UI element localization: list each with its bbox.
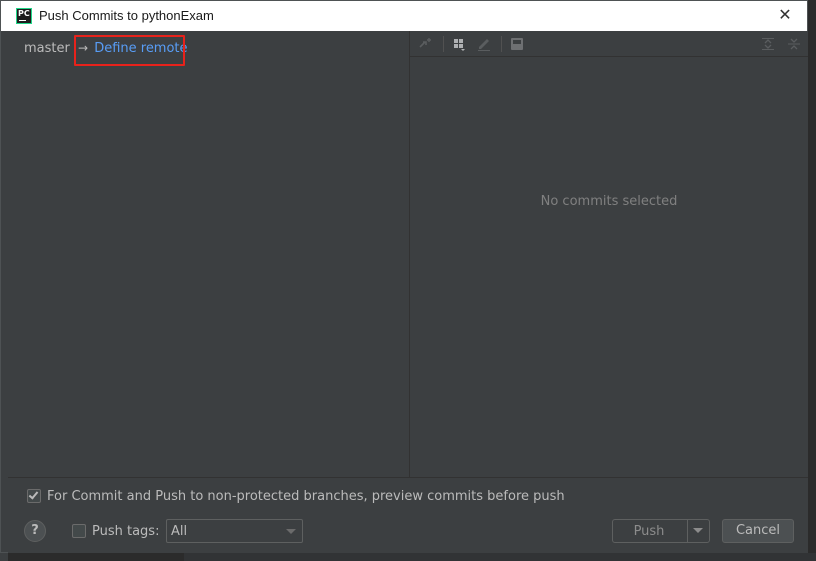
push-options-dropdown-icon[interactable]	[693, 528, 703, 533]
preview-commits-checkbox[interactable]	[27, 489, 41, 503]
repository-tree: master → Define remote	[8, 31, 409, 477]
edit-icon[interactable]	[476, 36, 492, 52]
window-title: Push Commits to pythonExam	[39, 8, 214, 23]
collapse-all-icon[interactable]	[786, 36, 802, 52]
cancel-button[interactable]: Cancel	[722, 519, 794, 543]
local-branch-label: master	[24, 41, 70, 56]
expand-all-icon[interactable]	[760, 36, 776, 52]
push-dialog: PC Push Commits to pythonExam ✕ master →…	[0, 0, 808, 553]
push-button-split	[687, 520, 688, 542]
details-toolbar	[410, 31, 808, 57]
help-button[interactable]: ?	[24, 520, 46, 542]
push-button[interactable]: Push	[612, 519, 710, 543]
app-icon-text: PC	[18, 9, 30, 18]
push-tags-select-value: All	[171, 524, 188, 539]
highlight-annotation	[74, 35, 185, 66]
title-bar: PC Push Commits to pythonExam ✕	[1, 1, 807, 31]
chevron-down-icon	[286, 529, 296, 534]
push-tags-label[interactable]: Push tags:	[92, 524, 159, 539]
push-tags-select[interactable]: All	[166, 519, 303, 543]
save-icon[interactable]	[509, 36, 525, 52]
app-icon-bar	[19, 20, 26, 21]
toolbar-separator	[443, 36, 444, 52]
group-by-icon[interactable]	[452, 36, 468, 52]
checkmark-icon	[28, 489, 39, 500]
preview-commits-label[interactable]: For Commit and Push to non-protected bra…	[47, 489, 565, 504]
toolbar-separator	[501, 36, 502, 52]
empty-state-text: No commits selected	[540, 194, 678, 209]
bottom-panel: For Commit and Push to non-protected bra…	[8, 478, 808, 553]
cherry-pick-icon[interactable]	[418, 36, 434, 52]
pycharm-icon: PC	[16, 8, 32, 24]
background-panel	[184, 553, 816, 561]
push-button-label[interactable]: Push	[613, 524, 685, 539]
commit-details-pane: No commits selected	[410, 31, 808, 477]
close-icon[interactable]: ✕	[777, 7, 793, 23]
push-tags-checkbox[interactable]	[72, 524, 86, 538]
